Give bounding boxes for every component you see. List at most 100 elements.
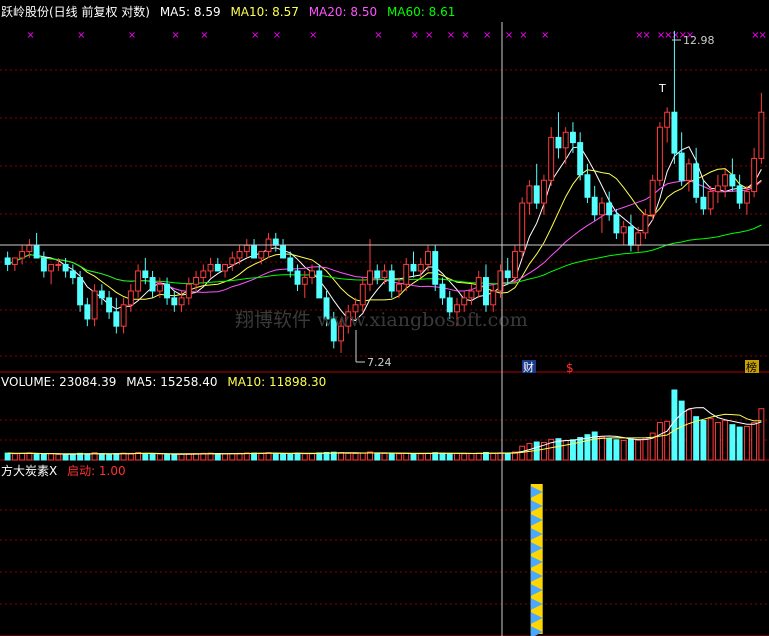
volume-bar [707,418,714,461]
volume-ma5-value: MA5: 15258.40 [126,375,217,389]
volume-bar [374,452,381,461]
volume-bar [613,439,620,461]
candle-body [309,270,315,279]
candle-body [19,251,26,259]
candle-body [149,277,156,292]
volume-bar [722,419,729,461]
volume-bar [214,453,221,461]
candle-body [555,136,562,149]
volume-bar [417,453,424,461]
x-marker: × [483,30,491,41]
x-marker: × [374,30,382,41]
candle-body [381,270,388,279]
candle-body [678,152,685,181]
volume-bar [236,452,243,461]
ma10-value: MA10: 8.57 [230,5,298,19]
candle-body [461,297,468,306]
volume-bar [758,408,765,461]
volume-bar [48,453,55,461]
candle-body [106,297,113,313]
candle-body [685,163,692,181]
candle-body [388,270,395,292]
volume-ma10-value: MA10: 11898.30 [227,375,326,389]
volume-bar [164,453,171,461]
candle-body [171,297,178,306]
volume-bar [743,425,750,461]
volume-bar [280,453,286,461]
candle-body [178,297,185,306]
candle-body [707,191,714,210]
volume-bar [475,452,482,461]
volume-bar [425,452,431,461]
volume-bar [591,431,598,461]
volume-bar [55,453,62,461]
volume-bar [656,421,663,461]
volume-bar [410,453,417,461]
volume-bar [62,454,69,461]
candle-body [26,244,33,253]
volume-bar [294,452,301,461]
ma60-value: MA60: 8.61 [387,5,455,19]
volume-bar [338,452,344,461]
chart-canvas: × × × × × × × × × × × × × × × × × ×× ××××× ×× 翔博软件 www.xian… [0,4,769,636]
x-marker: × [128,30,136,41]
x-marker: × [461,30,469,41]
volume-bar [396,453,402,461]
candle-body [4,257,11,265]
volume-value: VOLUME: 23084.39 [1,375,116,389]
x-marker: × [26,30,34,41]
candle-body [483,277,489,306]
x-marker: × [309,30,317,41]
candle-body [417,263,424,272]
candle-body [743,191,750,204]
candle-body [62,263,69,272]
candle-body [620,226,627,234]
candle-body [475,277,482,292]
candle-body [120,304,127,327]
volume-bar [287,453,294,461]
volume-bar [33,453,40,461]
ma5-value: MA5: 8.59 [160,5,221,19]
volume-bar [468,453,475,461]
candle-body [403,263,410,285]
x-marker: × [642,30,650,41]
candle-body [229,257,236,265]
volume-bar [222,453,229,461]
ma20-value: MA20: 8.50 [309,5,377,19]
volume-bar [229,453,236,461]
candle-body [649,179,656,216]
event-s-label[interactable]: $ [566,361,574,375]
volume-bar [729,424,736,461]
indicator-name: 方大炭素X [1,463,57,478]
candle-body [751,157,758,193]
volume-bar [309,453,315,461]
volume-bar [439,452,446,461]
volume-bar [251,452,258,461]
x-marker: × [251,30,259,41]
x-marker-row: × × × × × × × × × × × × × × × × × ×× ××××× ×× [26,30,766,41]
candle-body [533,185,540,204]
volume-bar [642,437,649,461]
volume-bar [678,400,685,461]
candle-body [540,179,547,204]
candle-body [69,270,76,279]
candle-body [468,290,475,299]
volume-bar [149,453,156,461]
volume-bar [714,421,721,461]
volume-bar [403,452,410,461]
watermark: 翔博软件 www.xiangbosoft.com [235,309,528,331]
candle-body [156,283,163,292]
candle-body [548,136,555,181]
x-marker: × [200,30,208,41]
candle-body [193,277,200,285]
volume-bar [577,437,584,461]
volume-bar [562,439,569,461]
x-marker: × [505,30,513,41]
x-marker: × [171,30,179,41]
volume-bar [11,453,18,461]
x-marker: × [541,30,549,41]
candle-body [55,263,62,266]
candle-body [142,270,149,279]
candle-body [301,277,308,285]
volume-bar [598,436,605,461]
